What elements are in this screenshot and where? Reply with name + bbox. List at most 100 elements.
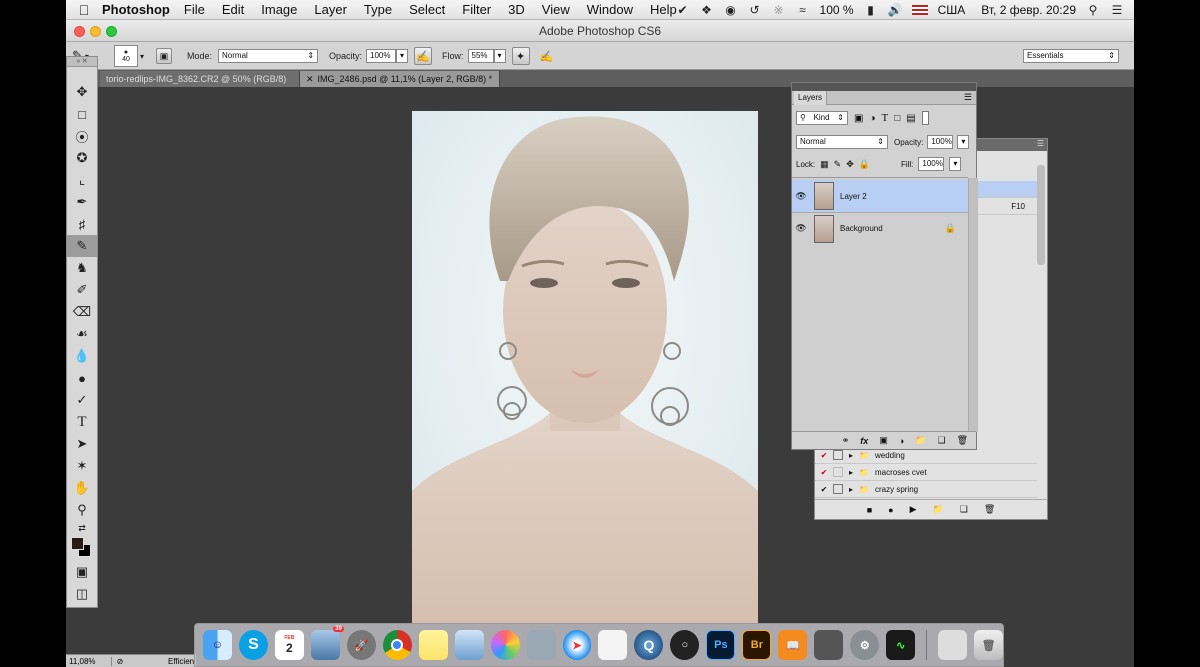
flow-field[interactable]: 55% <box>467 49 494 63</box>
pressure-opacity-button[interactable]: ✍ <box>414 47 433 65</box>
volume-icon[interactable]: 🔊 <box>888 3 903 17</box>
filter-type-icon[interactable]: T <box>882 112 889 124</box>
new-layer-icon[interactable]: ❏ <box>937 435 945 446</box>
chrome-icon[interactable] <box>382 630 412 660</box>
fill-field[interactable]: 100% <box>918 157 945 171</box>
eye-icon[interactable]: ◉ <box>724 3 738 17</box>
status-info[interactable]: Efficien <box>168 657 194 666</box>
bluetooth-icon[interactable]: ※ <box>772 3 786 17</box>
quick-mask-icon[interactable]: ▣ <box>67 561 97 583</box>
textedit-icon[interactable] <box>598 630 628 660</box>
photo-browser-icon[interactable] <box>454 630 484 660</box>
bridge-icon[interactable]: Br <box>742 630 772 660</box>
ibooks-icon[interactable]: 📖 <box>778 630 808 660</box>
lock-transparent-icon[interactable]: ▦ <box>820 159 829 170</box>
play-icon[interactable]: ▶ <box>910 504 917 515</box>
calendar-icon[interactable]: FEB 2 <box>274 630 304 660</box>
notification-center-icon[interactable]: ☰ <box>1110 3 1124 17</box>
eyedropper-tool-icon[interactable]: ✒ <box>67 191 97 213</box>
add-mask-icon[interactable]: ▣ <box>879 435 888 446</box>
opacity-field[interactable]: 100% <box>366 49 397 63</box>
hand-tool-icon[interactable]: ✋ <box>67 477 97 499</box>
new-set-icon[interactable]: 📁 <box>933 504 944 515</box>
lock-position-icon[interactable]: ✥ <box>846 159 854 170</box>
zoom-tool-icon[interactable]: ⚲ <box>67 499 97 521</box>
new-group-icon[interactable]: 📁 <box>915 435 926 446</box>
menu-type[interactable]: Type <box>364 2 392 17</box>
action-set-macroses-cvet[interactable]: ✔ ▸ 📁 macroses cvet <box>815 464 1037 481</box>
paint-bucket-tool-icon[interactable]: ☙ <box>67 323 97 345</box>
flow-slider-toggle[interactable]: ▾ <box>493 49 506 63</box>
expand-triangle-icon[interactable]: ▸ <box>849 485 853 494</box>
filter-smart-object-icon[interactable]: ▤ <box>906 113 915 124</box>
spotlight-icon[interactable]: ⚲ <box>1086 3 1100 17</box>
battery-icon[interactable]: ▮ <box>864 3 878 17</box>
menu-select[interactable]: Select <box>409 2 445 17</box>
tab-close-icon[interactable]: ✕ <box>306 74 314 84</box>
zoom-level[interactable]: 11,08% <box>66 656 112 666</box>
app-menu[interactable]: Photoshop <box>102 2 170 17</box>
menu-edit[interactable]: Edit <box>222 2 244 17</box>
move-tool-icon[interactable]: ✥ <box>67 81 97 103</box>
clone-stamp-tool-icon[interactable]: ♞ <box>67 257 97 279</box>
status-menu-icon[interactable]: ⊘ <box>112 657 128 666</box>
filter-pixel-icon[interactable]: ▣ <box>854 113 863 124</box>
actions-scrollbar[interactable] <box>1037 165 1045 265</box>
battery-percent[interactable]: 100 % <box>820 3 854 17</box>
history-brush-tool-icon[interactable]: ✐ <box>67 279 97 301</box>
fill-slider-toggle[interactable]: ▾ <box>949 157 962 171</box>
skype-icon[interactable]: S <box>238 630 268 660</box>
finder-icon[interactable]: ☺ <box>203 630 232 660</box>
filter-toggle-icon[interactable] <box>921 111 929 125</box>
menu-help[interactable]: Help <box>650 2 677 17</box>
crop-tool-icon[interactable]: ⌞ <box>67 169 97 191</box>
calculator-icon[interactable] <box>814 630 844 660</box>
layers-scrollbar[interactable] <box>968 178 978 432</box>
photoshop-icon[interactable]: Ps <box>706 630 736 660</box>
screen-mode-icon[interactable]: ◫ <box>67 583 97 605</box>
obs-icon[interactable]: ○ <box>670 630 700 660</box>
tab-document-redlips[interactable]: torio-redlips-IMG_8362.CR2 @ 50% (RGB/8) <box>100 71 300 87</box>
menu-window[interactable]: Window <box>587 2 633 17</box>
tab-layers[interactable]: Layers <box>794 91 828 105</box>
wifi-icon[interactable]: ≈ <box>796 3 810 17</box>
visibility-eye-icon[interactable]: 👁 <box>792 223 810 234</box>
pressure-size-button[interactable]: ✍ <box>538 47 556 65</box>
dodge-tool-icon[interactable]: ● <box>67 367 97 389</box>
mode-select[interactable]: Normal ⇕ <box>218 49 319 63</box>
foreground-color-swatch[interactable] <box>71 537 84 550</box>
downloads-stack-icon[interactable] <box>938 630 968 660</box>
record-icon[interactable]: ● <box>888 505 893 515</box>
layer-style-icon[interactable]: fx <box>860 436 868 446</box>
type-tool-icon[interactable]: T <box>67 411 97 433</box>
menu-3d[interactable]: 3D <box>508 2 525 17</box>
layer-row-layer-2[interactable]: 👁 Layer 2 <box>792 180 968 212</box>
visibility-eye-icon[interactable]: 👁 <box>792 191 810 202</box>
input-source[interactable]: США <box>938 3 966 17</box>
brush-tool-icon[interactable]: ✎ <box>67 235 97 257</box>
quicktime-icon[interactable]: Q <box>634 630 664 660</box>
delete-layer-icon[interactable]: 🗑 <box>957 435 968 446</box>
filter-shape-icon[interactable]: □ <box>894 113 900 124</box>
layer-opacity-slider-toggle[interactable]: ▾ <box>957 135 970 149</box>
path-selection-tool-icon[interactable]: ➤ <box>67 433 97 455</box>
layer-row-background[interactable]: 👁 Background 🔒 <box>792 212 968 244</box>
panel-menu-icon[interactable]: ☰ <box>964 92 972 103</box>
system-preferences-icon[interactable]: ⚙ <box>850 630 880 660</box>
new-action-icon[interactable]: ❏ <box>960 504 968 515</box>
layers-panel-header[interactable] <box>792 83 976 91</box>
tab-document-img2486[interactable]: ✕ IMG_2486.psd @ 11,1% (Layer 2, RGB/8) * <box>300 71 500 87</box>
filter-kind-select[interactable]: ⚲ Kind ⇕ <box>796 111 848 125</box>
canvas-photo[interactable] <box>412 111 758 624</box>
menu-filter[interactable]: Filter <box>462 2 491 17</box>
brush-panel-toggle[interactable]: ▣ <box>156 42 172 70</box>
photos-icon[interactable] <box>490 630 520 660</box>
filter-adjustment-icon[interactable]: ◑ <box>869 113 875 124</box>
adjustment-layer-icon[interactable]: ◑ <box>899 436 904 446</box>
layer-opacity-field[interactable]: 100% <box>927 135 954 149</box>
menu-image[interactable]: Image <box>261 2 297 17</box>
safari-icon[interactable]: ➤ <box>562 630 592 660</box>
brush-preset-picker[interactable]: ● 40 ▾ <box>114 42 144 70</box>
apple-menu-icon[interactable]:  <box>66 2 102 18</box>
notes-icon[interactable] <box>418 630 448 660</box>
